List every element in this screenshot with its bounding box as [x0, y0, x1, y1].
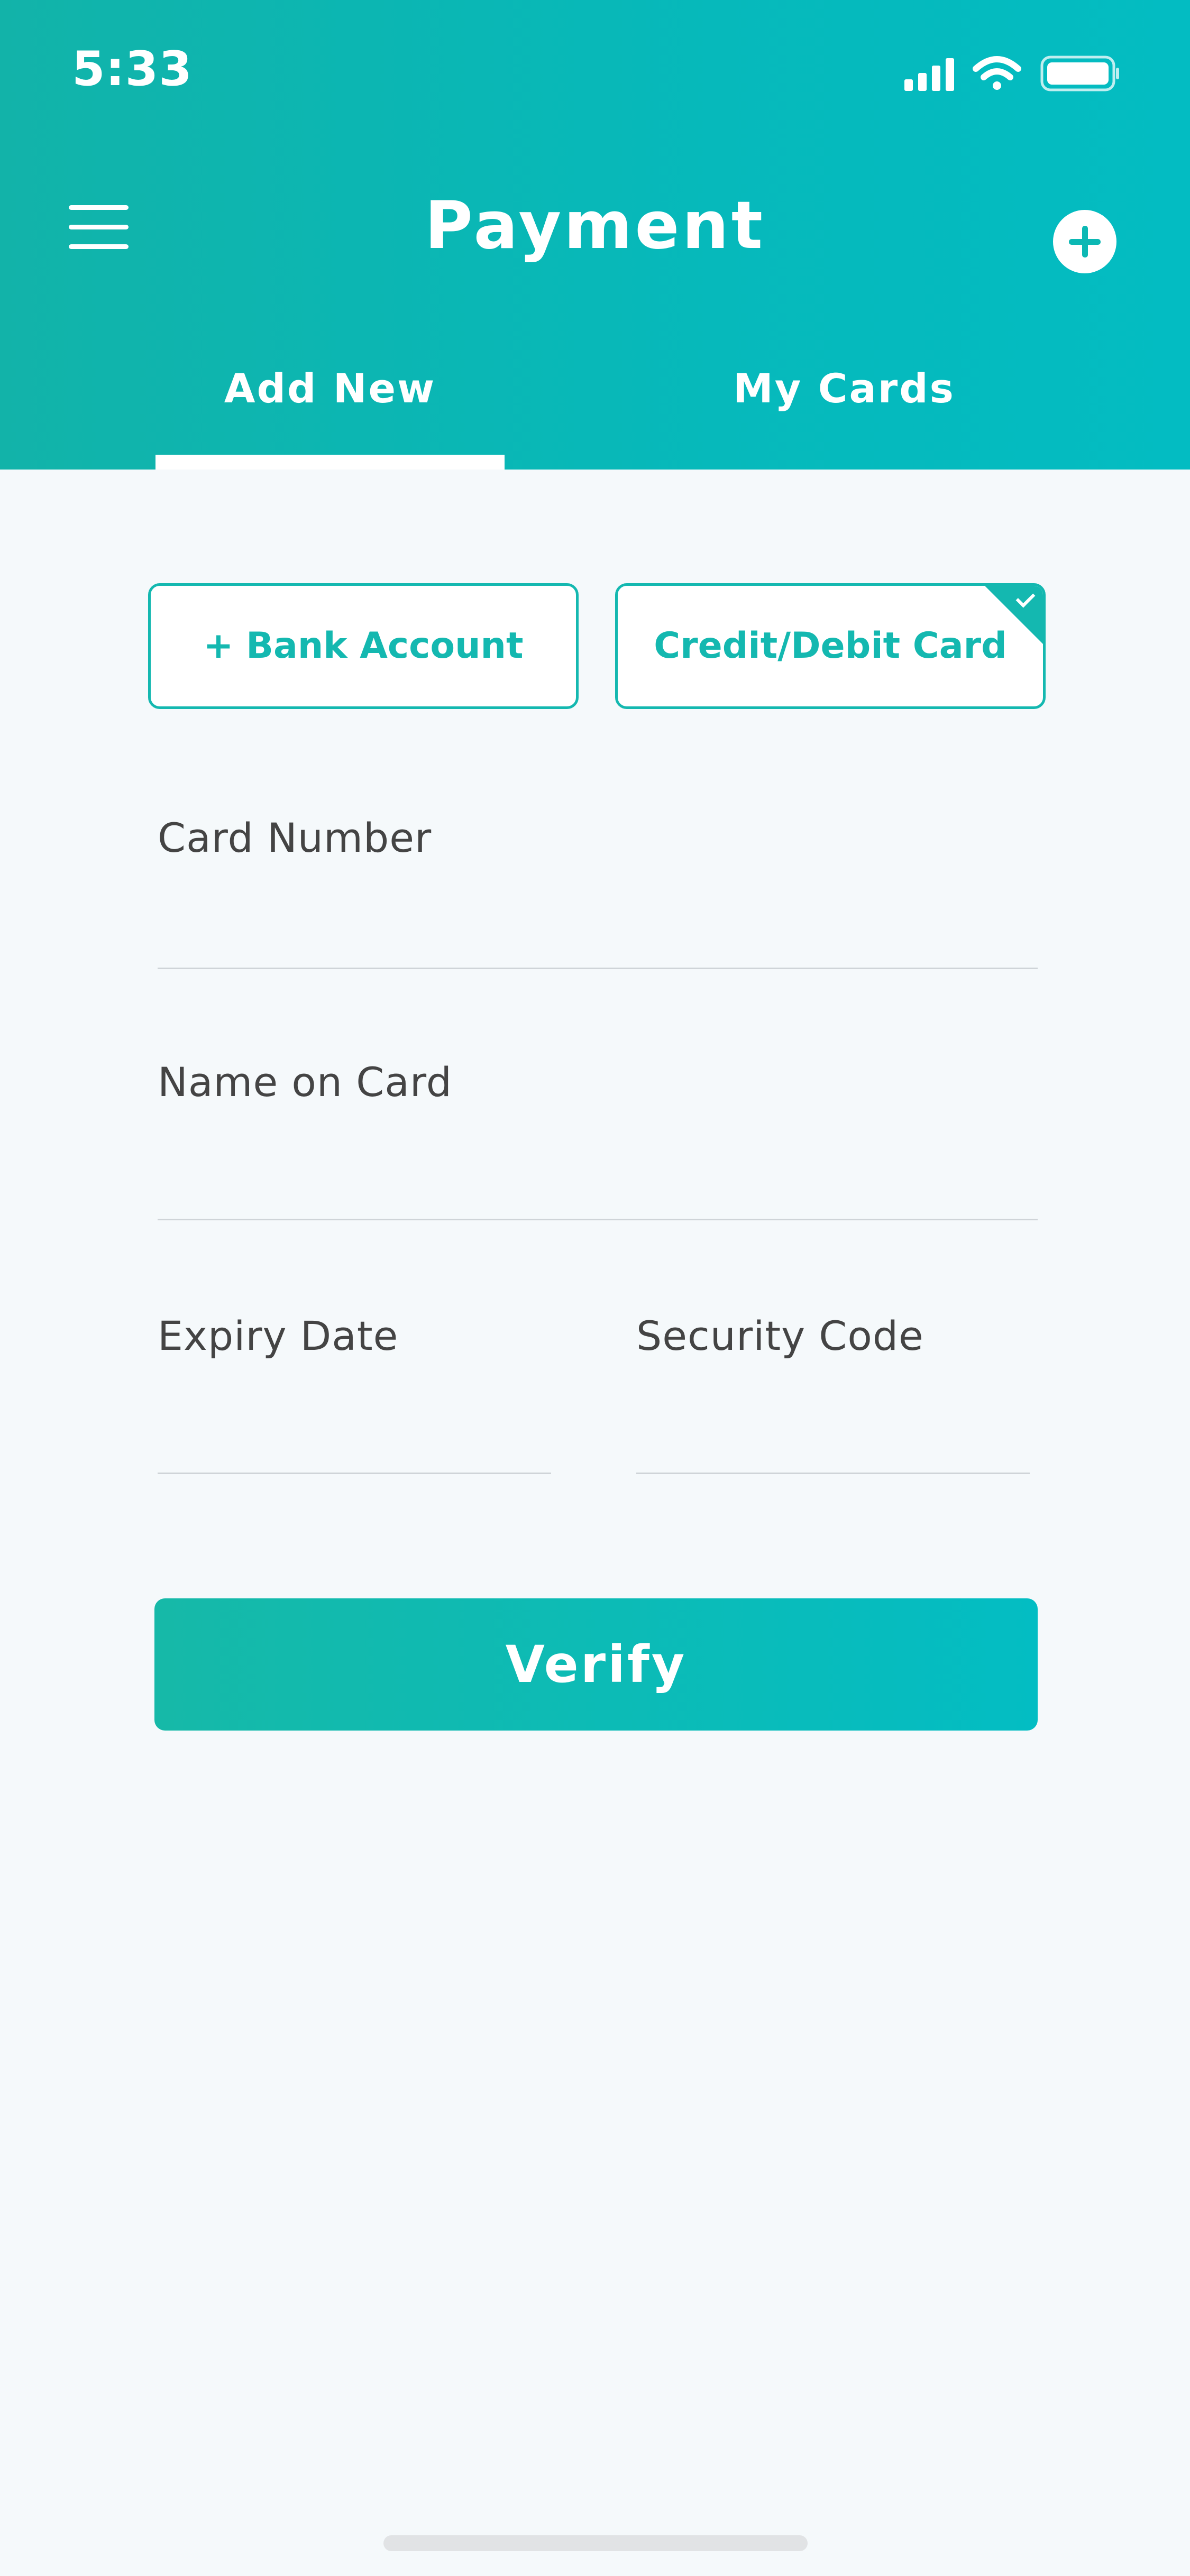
expiry-date-label: Expiry Date [158, 1312, 399, 1359]
header: 5:33 Payment Add New My Cards [0, 0, 1190, 470]
battery-icon [1040, 56, 1119, 91]
tab-add-new[interactable]: Add New [155, 365, 505, 412]
credit-debit-card-button[interactable]: Credit/Debit Card [615, 583, 1046, 709]
signal-icon [904, 58, 954, 91]
name-on-card-label: Name on Card [158, 1059, 452, 1106]
expiry-date-underline [158, 1473, 551, 1474]
verify-button[interactable]: Verify [154, 1598, 1038, 1731]
card-number-label: Card Number [158, 814, 432, 861]
status-icons [904, 56, 1119, 91]
card-number-underline [158, 968, 1038, 969]
bank-account-button[interactable]: + Bank Account [148, 583, 579, 709]
name-on-card-underline [158, 1219, 1038, 1220]
security-code-field[interactable] [636, 1391, 1030, 1438]
card-number-field[interactable] [158, 888, 1038, 936]
status-time: 5:33 [72, 41, 193, 97]
wifi-icon [973, 56, 1021, 90]
expiry-date-field[interactable] [158, 1391, 551, 1438]
active-tab-indicator [155, 455, 505, 470]
name-on-card-field[interactable] [158, 1137, 1038, 1184]
page-title: Payment [424, 188, 766, 264]
tab-my-cards[interactable]: My Cards [670, 365, 1019, 412]
credit-debit-card-label: Credit/Debit Card [654, 625, 1007, 667]
plus-circle-icon[interactable] [1053, 210, 1116, 273]
security-code-label: Security Code [636, 1312, 924, 1359]
security-code-underline [636, 1473, 1030, 1474]
home-indicator[interactable] [383, 2535, 808, 2551]
